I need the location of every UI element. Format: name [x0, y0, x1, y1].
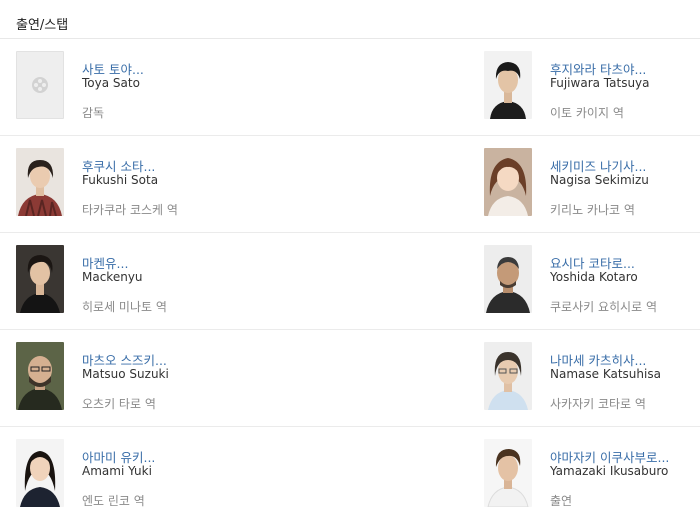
- actor-photo[interactable]: [16, 342, 64, 410]
- cast-name-english: Mackenyu: [82, 270, 143, 284]
- actor-photo[interactable]: [484, 342, 532, 410]
- actor-photo[interactable]: [484, 51, 532, 119]
- cast-role: 쿠로사키 요히시로 역: [550, 300, 657, 314]
- cast-name-english: Nagisa Sekimizu: [550, 173, 649, 187]
- cast-item[interactable]: 후지와라 타츠야... Fujiwara Tatsuya 이토 카이지 역: [484, 39, 700, 135]
- cast-name-english: Namase Katsuhisa: [550, 367, 661, 381]
- cast-name-english: Toya Sato: [82, 76, 140, 90]
- cast-role: 엔도 린코 역: [82, 494, 145, 508]
- cast-role: 출연: [550, 494, 573, 508]
- cast-row: 마츠오 스즈키... Matsuo Suzuki 오츠키 타로 역 나마세 카츠…: [0, 330, 700, 427]
- cast-item[interactable]: 후쿠시 소타... Fukushi Sota 타카쿠라 코스케 역: [16, 136, 316, 232]
- cast-role: 오츠키 타로 역: [82, 397, 156, 411]
- cast-role: 감독: [82, 106, 105, 120]
- actor-photo[interactable]: [16, 245, 64, 313]
- cast-grid: 사토 토야... Toya Sato 감독 후지와라 타츠야... Fujiwa…: [0, 39, 700, 523]
- cast-name-english: Fujiwara Tatsuya: [550, 76, 650, 90]
- cast-role: 타카쿠라 코스케 역: [82, 203, 178, 217]
- cast-item[interactable]: 나마세 카츠히사... Namase Katsuhisa 사카자키 코타로 역: [484, 330, 700, 426]
- cast-item[interactable]: 사토 토야... Toya Sato 감독: [16, 39, 316, 135]
- cast-name-english: Fukushi Sota: [82, 173, 159, 187]
- actor-photo[interactable]: [16, 439, 64, 507]
- cast-row: 사토 토야... Toya Sato 감독 후지와라 타츠야... Fujiwa…: [0, 39, 700, 136]
- cast-row: 마켄유... Mackenyu 히로세 미나토 역 요시다 코타로... Yos…: [0, 233, 700, 330]
- cast-name-english: Yamazaki Ikusaburo: [550, 464, 669, 478]
- cast-role: 이토 카이지 역: [550, 106, 624, 120]
- cast-item[interactable]: 마켄유... Mackenyu 히로세 미나토 역: [16, 233, 316, 329]
- cast-name-english: Yoshida Kotaro: [550, 270, 638, 284]
- actor-photo[interactable]: [484, 148, 532, 216]
- actor-photo[interactable]: [16, 148, 64, 216]
- cast-role: 키리노 카나코 역: [550, 203, 635, 217]
- section-title: 출연/스탭: [16, 18, 69, 33]
- cast-role: 사카자키 코타로 역: [550, 397, 646, 411]
- cast-role: 히로세 미나토 역: [82, 300, 167, 314]
- cast-item[interactable]: 아마미 유키... Amami Yuki 엔도 린코 역: [16, 427, 316, 523]
- cast-item[interactable]: 요시다 코타로... Yoshida Kotaro 쿠로사키 요히시로 역: [484, 233, 700, 329]
- film-placeholder-icon[interactable]: [16, 51, 64, 119]
- actor-photo[interactable]: [484, 439, 532, 507]
- cast-item[interactable]: 야마자키 이쿠사부로... Yamazaki Ikusaburo 출연: [484, 427, 700, 523]
- actor-photo[interactable]: [484, 245, 532, 313]
- cast-row: 후쿠시 소타... Fukushi Sota 타카쿠라 코스케 역 세키미즈 나…: [0, 136, 700, 233]
- cast-row: 아마미 유키... Amami Yuki 엔도 린코 역 야마자키 이쿠사부로.…: [0, 427, 700, 523]
- cast-name-english: Amami Yuki: [82, 464, 152, 478]
- cast-item[interactable]: 세키미즈 나기사... Nagisa Sekimizu 키리노 카나코 역: [484, 136, 700, 232]
- cast-item[interactable]: 마츠오 스즈키... Matsuo Suzuki 오츠키 타로 역: [16, 330, 316, 426]
- cast-name-english: Matsuo Suzuki: [82, 367, 169, 381]
